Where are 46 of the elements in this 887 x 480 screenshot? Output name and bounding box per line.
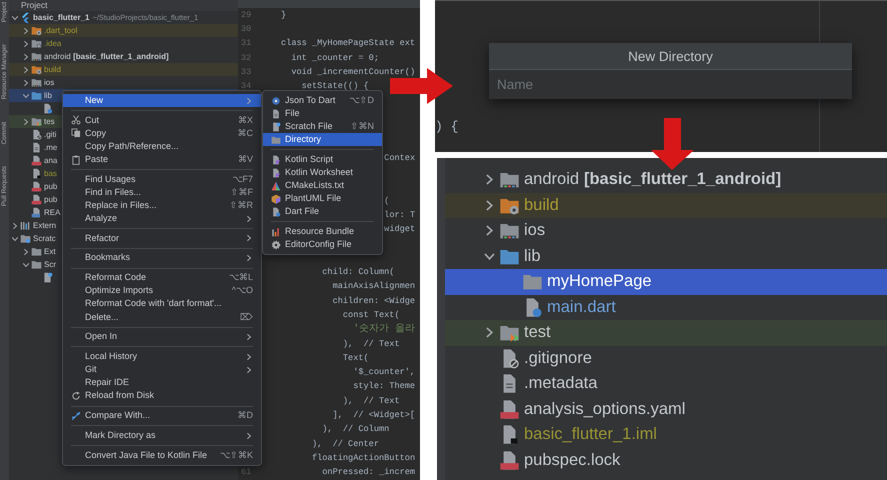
line-number: 30 bbox=[240, 23, 252, 36]
shortcut-text: ⇧⌘R bbox=[228, 198, 253, 212]
shortcut-text: ⌦ bbox=[239, 310, 253, 324]
shortcut-text: ⇧⌘N bbox=[350, 120, 374, 133]
code-line: child: Column( bbox=[322, 266, 394, 279]
code-line: floatingActionButton bbox=[312, 452, 416, 465]
code-line: } bbox=[281, 8, 286, 22]
shortcut-text: ⌘D bbox=[236, 409, 253, 422]
code-line: ], // <Widget>[ bbox=[332, 409, 416, 422]
code-line: widget bbox=[384, 223, 416, 236]
shortcut-text: ⇧⌘F bbox=[230, 186, 253, 199]
code-line: ), // Center bbox=[312, 438, 379, 450]
code-line: void _incrementCounter() bbox=[291, 66, 416, 79]
code-line: int _counter = 0; bbox=[291, 52, 379, 64]
shortcut-text: ^⌥O bbox=[230, 284, 253, 298]
code-line: ), // Text bbox=[342, 394, 400, 408]
code-line: ), // Text bbox=[342, 338, 400, 350]
shortcut-text: ⌥⇧⌘K bbox=[218, 448, 253, 462]
code-line: const Text( bbox=[342, 308, 400, 322]
line-number: 29 bbox=[240, 8, 252, 22]
code-line: '$_counter', bbox=[353, 366, 416, 380]
code-line: class _MyHomePageState ext bbox=[281, 37, 416, 50]
line-number: 34 bbox=[240, 80, 252, 93]
code-line: Contex bbox=[384, 152, 416, 165]
code-line: children: <Widge bbox=[332, 294, 416, 308]
code-line: '숫자가 올라 bbox=[353, 322, 416, 338]
panel-title: Project bbox=[9, 0, 238, 11]
line-number: 31 bbox=[240, 37, 252, 50]
shortcut-text: ⌘X bbox=[236, 114, 253, 127]
shortcut-text: ⌘C bbox=[236, 126, 253, 140]
code-line: mainAxisAlignmen bbox=[332, 280, 416, 294]
code-line: style: Theme bbox=[353, 380, 416, 394]
shortcut-text: ⌥⌘L bbox=[228, 271, 253, 284]
shortcut-text: ⌘V bbox=[236, 152, 253, 166]
line-number: 33 bbox=[240, 66, 252, 79]
code-line: onPressed: _increm bbox=[322, 466, 416, 480]
shortcut-text: ⌥F7 bbox=[231, 172, 253, 186]
dialog-title: New Directory bbox=[489, 43, 852, 70]
code-line: lor: T bbox=[384, 208, 416, 222]
code-text: ) { bbox=[435, 118, 460, 136]
code-line: setState(() { bbox=[302, 80, 369, 94]
line-number: 32 bbox=[240, 52, 252, 64]
code-line: ( bbox=[384, 194, 390, 208]
code-line: ), // Column bbox=[322, 423, 390, 436]
code-line: Text( bbox=[342, 352, 369, 365]
shortcut-text: ⌥⇧D bbox=[348, 94, 374, 107]
